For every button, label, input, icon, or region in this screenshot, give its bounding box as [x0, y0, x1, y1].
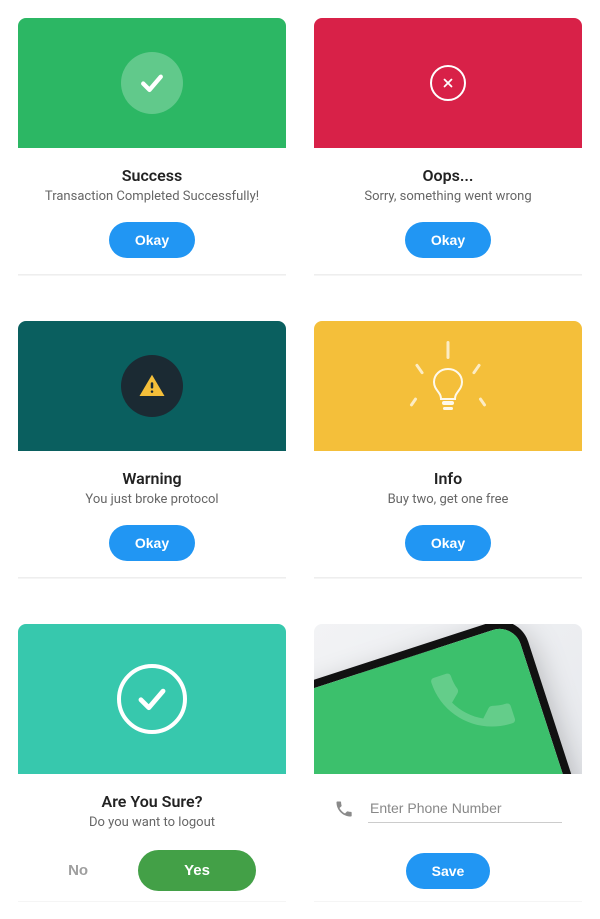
check-icon [121, 52, 183, 114]
confirm-message: Do you want to logout [18, 815, 286, 830]
error-okay-button[interactable]: Okay [405, 222, 491, 258]
error-title: Oops... [314, 166, 582, 185]
phone-input-row [314, 774, 582, 829]
divider [314, 274, 582, 275]
error-dialog: Oops... Sorry, something went wrong Okay [314, 18, 582, 275]
phone-handset-icon [416, 644, 529, 757]
warning-actions: Okay [18, 525, 286, 561]
confirm-dialog: Are You Sure? Do you want to logout No Y… [18, 624, 286, 901]
success-okay-button[interactable]: Okay [109, 222, 195, 258]
success-dialog: Success Transaction Completed Successful… [18, 18, 286, 275]
error-actions: Okay [314, 222, 582, 258]
phone-dialog: Your Number Enter your phone number to c… [314, 624, 582, 901]
success-hero [18, 18, 286, 148]
warning-icon [121, 355, 183, 417]
phone-number-input[interactable] [368, 794, 562, 823]
divider [18, 274, 286, 275]
confirm-hero [18, 624, 286, 774]
confirm-actions: No Yes [18, 850, 286, 891]
phone-hero: Your Number Enter your phone number to c… [314, 624, 582, 774]
error-hero [314, 18, 582, 148]
phone-save-button[interactable]: Save [406, 853, 491, 889]
info-title: Info [314, 469, 582, 488]
phone-actions: Save [314, 853, 582, 889]
success-actions: Okay [18, 222, 286, 258]
confirm-yes-button[interactable]: Yes [138, 850, 256, 891]
warning-title: Warning [18, 469, 286, 488]
divider [18, 577, 286, 578]
warning-hero [18, 321, 286, 451]
warning-message: You just broke protocol [18, 492, 286, 507]
confirm-no-button[interactable]: No [48, 850, 108, 891]
phone-illustration: Your Number Enter your phone number to c… [314, 624, 582, 774]
info-message: Buy two, get one free [314, 492, 582, 507]
check-icon [117, 664, 187, 734]
info-actions: Okay [314, 525, 582, 561]
phone-icon [334, 799, 354, 819]
success-message: Transaction Completed Successfully! [18, 189, 286, 204]
info-dialog: Info Buy two, get one free Okay [314, 321, 582, 578]
close-icon [430, 65, 466, 101]
confirm-title: Are You Sure? [18, 792, 286, 811]
warning-dialog: Warning You just broke protocol Okay [18, 321, 286, 578]
lightbulb-icon [408, 341, 488, 431]
error-message: Sorry, something went wrong [314, 189, 582, 204]
info-hero [314, 321, 582, 451]
divider [314, 577, 582, 578]
warning-okay-button[interactable]: Okay [109, 525, 195, 561]
info-okay-button[interactable]: Okay [405, 525, 491, 561]
success-title: Success [18, 166, 286, 185]
